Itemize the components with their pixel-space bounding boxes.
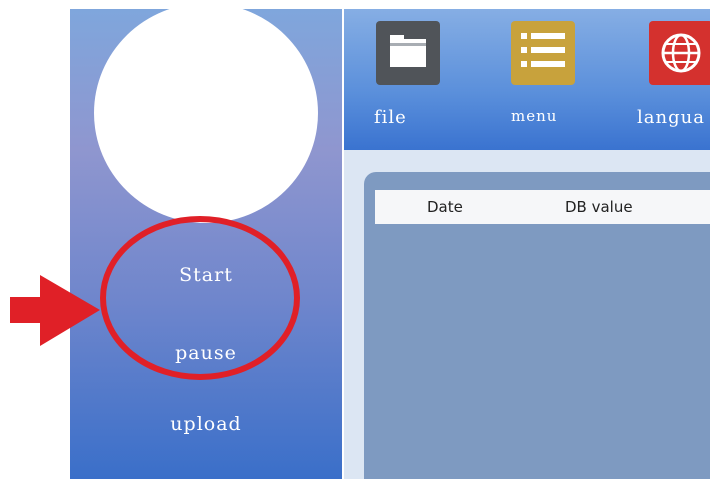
- app-window: Start pause upload file menu langua Date…: [70, 9, 710, 479]
- main-area: file menu langua Date DB value: [344, 9, 710, 479]
- data-panel: Date DB value: [364, 172, 710, 479]
- avatar: [94, 9, 318, 223]
- sidebar: Start pause upload: [70, 9, 342, 479]
- pause-button[interactable]: pause: [70, 342, 342, 364]
- toolbar: file menu langua: [344, 9, 710, 150]
- file-label: file: [374, 107, 407, 128]
- globe-icon: [649, 21, 710, 85]
- upload-button[interactable]: upload: [70, 413, 342, 435]
- table-header: Date DB value: [375, 190, 710, 224]
- db-value-column-header[interactable]: DB value: [565, 198, 633, 216]
- language-tool-button[interactable]: langua: [627, 21, 710, 147]
- list-icon: [511, 21, 575, 85]
- menu-tool-button[interactable]: menu: [499, 21, 599, 147]
- folder-icon: [376, 21, 440, 85]
- menu-label: menu: [511, 107, 558, 125]
- date-column-header[interactable]: Date: [427, 198, 463, 216]
- file-tool-button[interactable]: file: [364, 21, 464, 147]
- language-label: langua: [637, 107, 705, 128]
- start-button[interactable]: Start: [70, 264, 342, 286]
